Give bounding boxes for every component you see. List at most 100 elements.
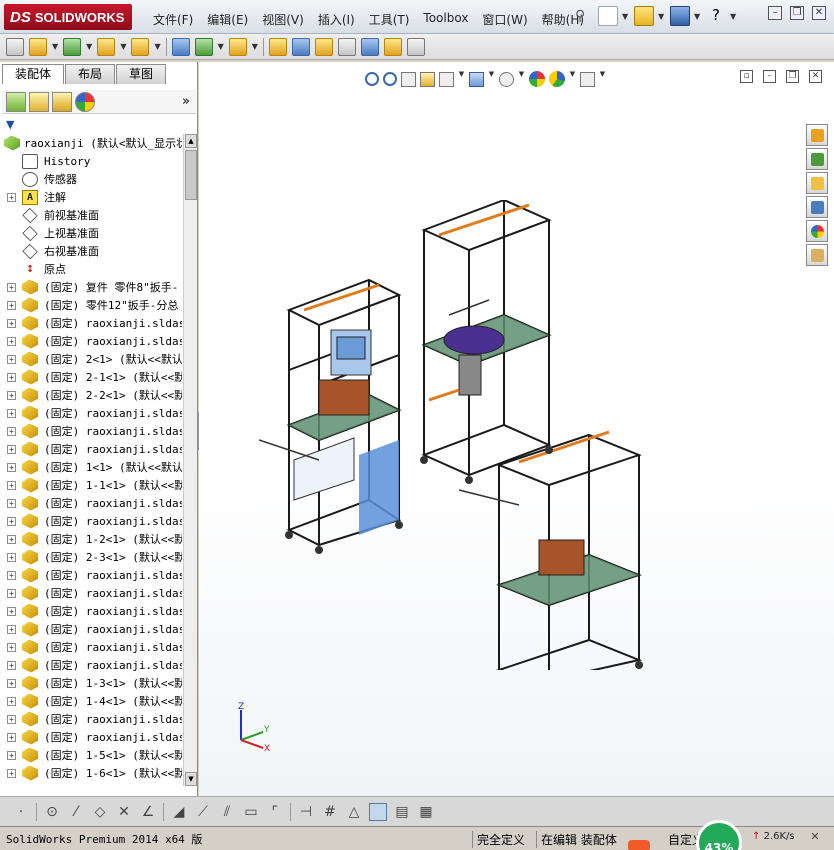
expand-icon[interactable]: +	[7, 372, 16, 382]
tray-app-icon[interactable]	[628, 840, 650, 850]
hatch-icon[interactable]: ⫽	[218, 803, 236, 821]
machine-assembly-model[interactable]	[259, 200, 719, 670]
tree-item-component[interactable]: + (固定) 1-2<1> (默认<<默	[0, 530, 182, 548]
expand-icon[interactable]: +	[7, 390, 16, 400]
tree-item-component[interactable]: + (固定) 2-2<1> (默认<<默	[0, 386, 182, 404]
tree-item-component[interactable]: + (固定) raoxianji.sldasm	[0, 710, 182, 728]
view-orientation-icon[interactable]	[439, 71, 454, 87]
tile-icon[interactable]: ▫	[740, 70, 753, 83]
dropdown-icon[interactable]: ▼	[599, 70, 606, 88]
tree-item-history[interactable]: History	[0, 152, 182, 170]
view-palette-icon[interactable]	[806, 196, 828, 218]
expand-icon[interactable]: +	[7, 480, 16, 490]
tab-assembly[interactable]: 装配体	[2, 64, 65, 84]
grid-icon[interactable]: #	[321, 803, 339, 821]
tree-item-sensors[interactable]: 传感器	[0, 170, 182, 188]
trim-icon[interactable]: ✕	[115, 803, 133, 821]
explode-line-sketch-icon[interactable]	[360, 37, 379, 56]
dropdown-icon[interactable]: ▼	[518, 70, 525, 88]
rectangle-icon[interactable]: ▭	[242, 803, 260, 821]
insert-component-icon[interactable]	[6, 37, 24, 56]
instant3d-icon[interactable]	[383, 37, 402, 56]
close-widget-icon[interactable]: ✕	[806, 830, 824, 848]
tree-item-component[interactable]: + (固定) 2<1> (默认<<默认	[0, 350, 182, 368]
menu-file[interactable]: 文件(F)	[146, 9, 200, 30]
tree-item-component[interactable]: + (固定) 零件12"扳手-分总	[0, 296, 182, 314]
open-folder-icon[interactable]	[634, 6, 654, 26]
circle-icon[interactable]: ⊙	[43, 803, 61, 821]
zoom-to-fit-icon[interactable]	[365, 72, 379, 86]
dropdown-icon[interactable]: ▼	[154, 42, 160, 51]
tree-root-assembly[interactable]: raoxianji (默认<默认_显示状态-1>)	[0, 134, 182, 152]
expand-icon[interactable]: +	[7, 498, 16, 508]
dropdown-icon[interactable]: ▼	[218, 42, 224, 51]
reference-geometry-icon[interactable]	[268, 37, 287, 56]
solidworks-resources-icon[interactable]	[806, 124, 828, 146]
bill-of-materials-icon[interactable]	[314, 37, 333, 56]
solidworks-logo[interactable]: DS SOLIDWORKS	[4, 4, 132, 30]
design-library-icon[interactable]	[806, 148, 828, 170]
tree-item-component[interactable]: + (固定) 复件 零件8"扳手-	[0, 278, 182, 296]
show-hidden-icon[interactable]	[194, 37, 213, 56]
tree-item-component[interactable]: + (固定) raoxianji.sldasm	[0, 314, 182, 332]
tree-item-component[interactable]: + (固定) 2-3<1> (默认<<默	[0, 548, 182, 566]
property-manager-icon[interactable]	[29, 91, 49, 112]
tree-item-component[interactable]: + (固定) raoxianji.sldasm	[0, 656, 182, 674]
tab-sketch[interactable]: 草图	[116, 64, 167, 84]
tree-item-component[interactable]: + (固定) raoxianji.sldasm	[0, 602, 182, 620]
expand-icon[interactable]: +	[7, 678, 16, 688]
dimension-icon[interactable]: ⊣	[297, 803, 315, 821]
display-manager-icon[interactable]	[75, 91, 95, 112]
tree-item-component[interactable]: + (固定) raoxianji.sldasm	[0, 566, 182, 584]
expand-icon[interactable]: +	[7, 642, 16, 652]
tree-item-component[interactable]: + (固定) 1-3<1> (默认<<默	[0, 674, 182, 692]
close-icon[interactable]: ✕	[812, 6, 826, 20]
line-icon[interactable]: ⁄	[67, 803, 85, 821]
menu-insert[interactable]: 插入(I)	[311, 9, 362, 30]
tree-item-right-plane[interactable]: 右视基准面	[0, 242, 182, 260]
apply-scene-icon[interactable]	[549, 71, 565, 87]
menu-tools[interactable]: 工具(T)	[362, 9, 417, 30]
hide-show-items-icon[interactable]	[499, 71, 514, 87]
mate-icon[interactable]	[63, 37, 82, 56]
display-style-icon[interactable]	[469, 71, 484, 87]
scroll-down-icon[interactable]: ▼	[185, 772, 197, 786]
menu-edit[interactable]: 编辑(E)	[200, 9, 255, 30]
dropdown-icon[interactable]: ▼	[488, 70, 495, 88]
appearances-icon[interactable]	[806, 220, 828, 242]
pin-icon[interactable]: ⚲	[575, 8, 585, 24]
expand-icon[interactable]: +	[7, 336, 16, 346]
dropdown-icon[interactable]: ▼	[86, 42, 92, 51]
expand-icon[interactable]: +	[7, 714, 16, 724]
angle-icon[interactable]: ∠	[139, 803, 157, 821]
expand-icon[interactable]: +	[7, 552, 16, 562]
table-icon[interactable]: ▦	[417, 803, 435, 821]
file-explorer-icon[interactable]	[806, 172, 828, 194]
expand-icon[interactable]: +	[7, 282, 16, 292]
tree-item-component[interactable]: + (固定) raoxianji.sldasm	[0, 584, 182, 602]
point-icon[interactable]: ·	[12, 803, 30, 821]
edit-appearance-icon[interactable]	[529, 71, 545, 87]
expand-icon[interactable]: +	[7, 588, 16, 598]
tree-item-component[interactable]: + (固定) 1-6<1> (默认<<默	[0, 764, 182, 782]
help-icon[interactable]: ?	[706, 6, 726, 26]
close-doc-icon[interactable]: ✕	[809, 70, 822, 83]
graphics-viewport[interactable]: ▼ ▼ ▼ ▼ ▼ ▫ – ❐ ✕ Z Y X	[199, 62, 834, 796]
dropdown-icon[interactable]: ▼	[252, 42, 258, 51]
new-document-icon[interactable]	[598, 6, 618, 26]
mirror-icon[interactable]: ◢	[170, 803, 188, 821]
new-dropdown-icon[interactable]: ▼	[622, 12, 630, 21]
tree-item-component[interactable]: + (固定) 2-1<1> (默认<<默	[0, 368, 182, 386]
tree-item-component[interactable]: + (固定) raoxianji.sldasm	[0, 332, 182, 350]
help-dropdown-icon[interactable]: ▼	[730, 12, 738, 21]
expand-icon[interactable]: +	[7, 606, 16, 616]
tree-item-origin[interactable]: ↕ 原点	[0, 260, 182, 278]
expand-icon[interactable]: +	[7, 408, 16, 418]
view-settings-icon[interactable]	[580, 71, 595, 87]
expand-icon[interactable]: +	[7, 660, 16, 670]
minimize-doc-icon[interactable]: –	[763, 70, 776, 83]
polygon-icon[interactable]: ◇	[91, 803, 109, 821]
expand-icon[interactable]: +	[7, 462, 16, 472]
expand-icon[interactable]: +	[7, 426, 16, 436]
custom-properties-icon[interactable]	[806, 244, 828, 266]
